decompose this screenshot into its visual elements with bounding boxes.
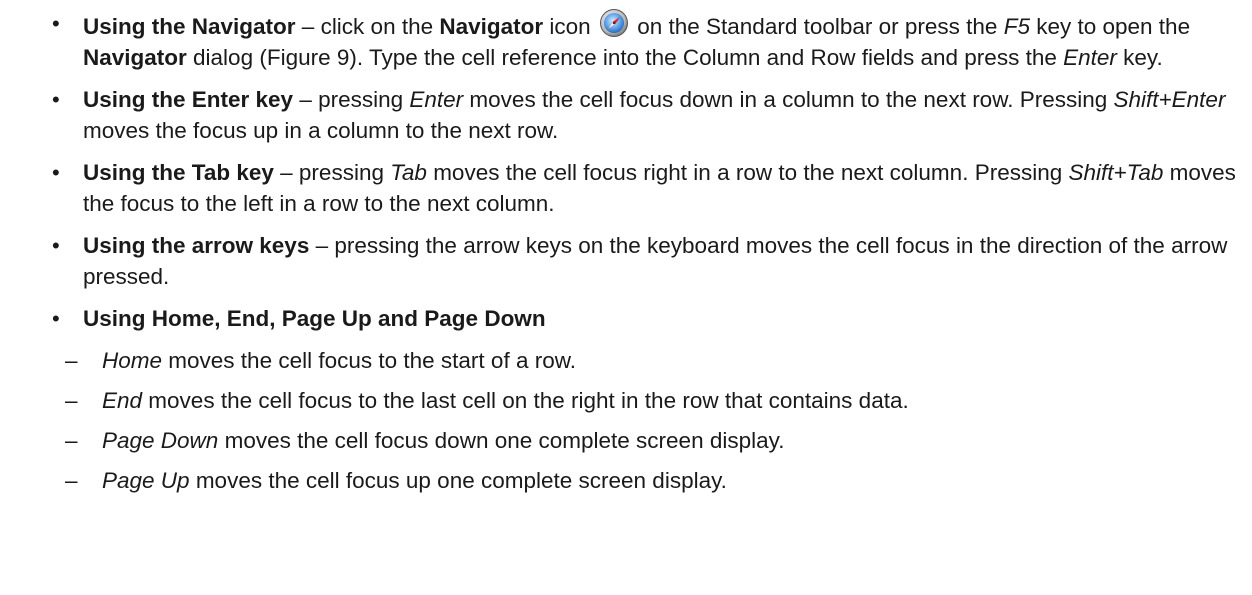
key-name: Page Up — [102, 468, 190, 493]
key-name: F5 — [1003, 14, 1030, 39]
bold-term: Navigator — [83, 45, 187, 70]
bullet: • — [52, 306, 60, 331]
text: moves the cell focus right in a row to t… — [426, 160, 1069, 185]
key-name: End — [102, 388, 143, 413]
text: key. — [1116, 45, 1163, 70]
key-name: Enter — [409, 87, 464, 112]
text: pressing — [298, 160, 391, 185]
bullet: • — [52, 87, 60, 112]
text: moves the cell focus down one complete s… — [218, 428, 785, 453]
key-name: Home — [102, 348, 163, 373]
sub-item-end: – End moves the cell focus to the last c… — [0, 385, 1252, 416]
text: on the Standard toolbar or press the — [637, 14, 1004, 39]
item-title: Using Home, End, Page Up and Page Down — [83, 306, 546, 331]
item-title: Using the Tab key — [83, 160, 274, 185]
bold-term: Navigator — [439, 14, 544, 39]
sub-item-home: – Home moves the cell focus to the start… — [0, 345, 1252, 376]
key-name: Page Down — [102, 428, 219, 453]
text: moves the cell focus down in a column to… — [463, 87, 1114, 112]
bullet: • — [52, 233, 60, 258]
dash: – — [65, 468, 78, 493]
item-title: Using the Enter key — [83, 87, 294, 112]
list-item-home-end-page: • Using Home, End, Page Up and Page Down — [0, 303, 1252, 334]
navigator-compass-icon — [599, 9, 628, 37]
text: click on the — [320, 14, 440, 39]
document-page: • Using the Navigator – click on the Nav… — [0, 0, 1252, 595]
dash: – — [65, 428, 78, 453]
text: moves the focus up in a column to the ne… — [83, 118, 559, 143]
text: moves the cell focus up one complete scr… — [189, 468, 727, 493]
sub-list: – Home moves the cell focus to the start… — [0, 345, 1252, 496]
key-name: Enter — [1063, 45, 1117, 70]
bullet: • — [52, 160, 60, 185]
text: dialog (Figure 9). Type the cell referen… — [186, 45, 1064, 70]
list-item-tab-key: • Using the Tab key – pressing Tab moves… — [0, 157, 1252, 219]
text: pressing — [318, 87, 410, 112]
item-title: Using the arrow keys — [83, 233, 310, 258]
list-item-enter-key: • Using the Enter key – pressing Enter m… — [0, 84, 1252, 146]
separator: – — [295, 14, 321, 39]
key-name: Shift+Tab — [1068, 160, 1164, 185]
key-name: Tab — [390, 160, 427, 185]
dash: – — [65, 388, 78, 413]
separator: – — [309, 233, 335, 258]
separator: – — [273, 160, 299, 185]
text: moves the cell focus to the last cell on… — [142, 388, 909, 413]
text: moves the cell focus to the start of a r… — [162, 348, 576, 373]
key-name: Shift+Enter — [1113, 87, 1226, 112]
item-title: Using the Navigator — [83, 14, 296, 39]
list-item-navigator: • Using the Navigator – click on the Nav… — [0, 8, 1252, 73]
list-item-arrow-keys: • Using the arrow keys – pressing the ar… — [0, 230, 1252, 292]
sub-item-page-up: – Page Up moves the cell focus up one co… — [0, 465, 1252, 496]
dash: – — [65, 348, 78, 373]
sub-item-page-down: – Page Down moves the cell focus down on… — [0, 425, 1252, 456]
text: icon — [543, 14, 591, 39]
bullet: • — [52, 11, 60, 36]
text: key to open the — [1029, 14, 1191, 39]
separator: – — [293, 87, 319, 112]
